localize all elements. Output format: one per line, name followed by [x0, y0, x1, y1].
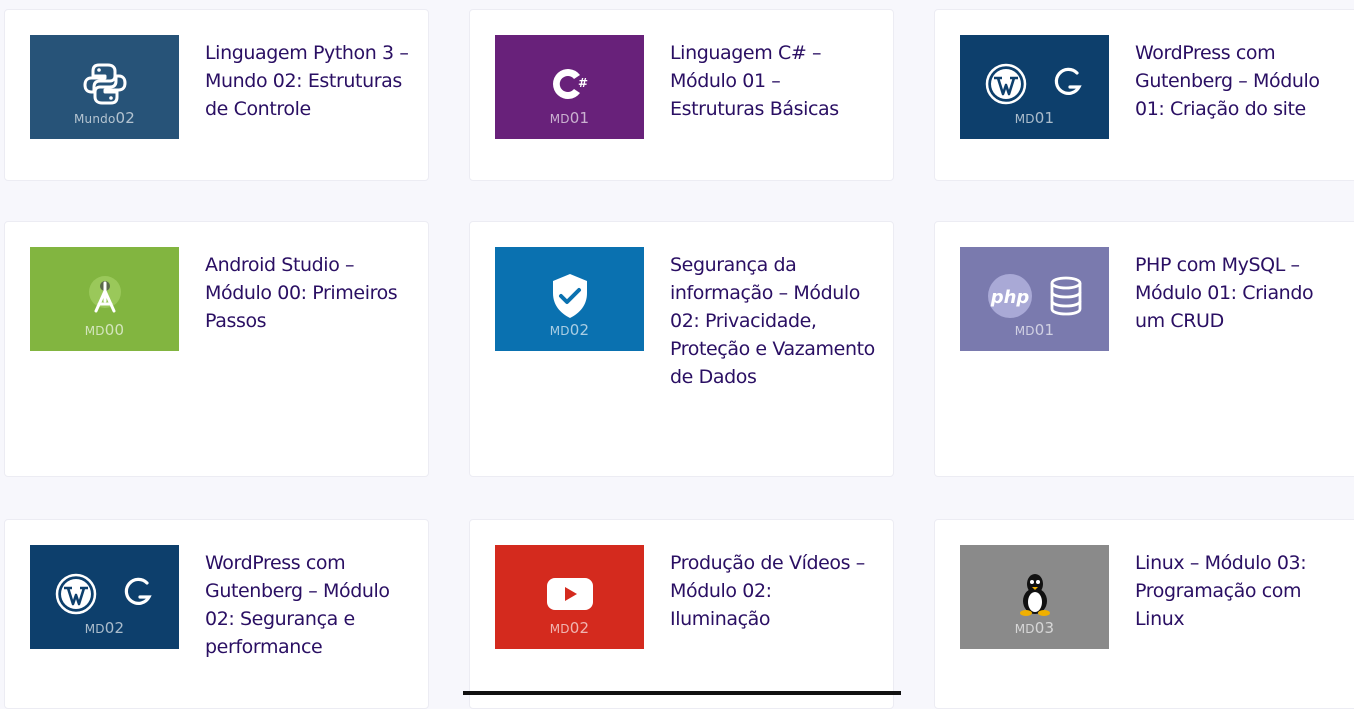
csharp-icon: # [547, 61, 593, 107]
course-card-python[interactable]: Mundo02 Linguagem Python 3 – Mundo 02: E… [4, 9, 429, 181]
course-thumbnail[interactable]: MD00 [30, 247, 179, 351]
linux-tux-icon [1015, 571, 1055, 617]
php-icon: php [986, 273, 1034, 319]
module-badge: MD01 [1014, 321, 1055, 339]
course-thumbnail[interactable]: MD02 [495, 247, 644, 351]
course-thumbnail[interactable]: Mundo02 [30, 35, 179, 139]
course-thumbnail[interactable]: MD02 [495, 545, 644, 649]
course-card-seguranca[interactable]: MD02 Segurança da informação – Módulo 02… [469, 221, 894, 477]
module-badge: Mundo02 [73, 109, 136, 127]
course-thumbnail[interactable]: # MD01 [495, 35, 644, 139]
course-thumbnail[interactable]: MD02 [30, 545, 179, 649]
bottom-scroll-indicator [463, 691, 901, 695]
module-badge: MD02 [549, 619, 590, 637]
svg-text:php: php [989, 287, 1029, 308]
course-title[interactable]: WordPress com Gutenberg – Módulo 02: Seg… [205, 549, 410, 661]
module-badge: MD00 [84, 321, 125, 339]
course-card-wordpress-02[interactable]: MD02 WordPress com Gutenberg – Módulo 02… [4, 519, 429, 709]
course-title[interactable]: PHP com MySQL – Módulo 01: Criando um CR… [1135, 251, 1340, 335]
course-title[interactable]: Android Studio – Módulo 00: Primeiros Pa… [205, 251, 410, 335]
module-badge: MD01 [1014, 109, 1055, 127]
gutenberg-icon [1051, 63, 1085, 105]
android-studio-icon [82, 273, 128, 319]
module-badge: MD03 [1014, 619, 1055, 637]
wordpress-icon [985, 63, 1027, 105]
course-card-wordpress-01[interactable]: MD01 WordPress com Gutenberg – Módulo 01… [934, 9, 1354, 181]
course-card-videos[interactable]: MD02 Produção de Vídeos – Módulo 02: Ilu… [469, 519, 894, 709]
course-card-linux[interactable]: MD03 Linux – Módulo 03: Programação com … [934, 519, 1354, 709]
course-thumbnail[interactable]: MD01 [960, 35, 1109, 139]
course-title[interactable]: Linguagem C# – Módulo 01 – Estruturas Bá… [670, 39, 875, 123]
course-title[interactable]: Produção de Vídeos – Módulo 02: Iluminaç… [670, 549, 875, 633]
module-badge: MD02 [84, 619, 125, 637]
youtube-icon [546, 576, 594, 612]
module-badge: MD02 [549, 321, 590, 339]
svg-text:#: # [578, 76, 588, 90]
course-title[interactable]: Linguagem Python 3 – Mundo 02: Estrutura… [205, 39, 410, 123]
course-title[interactable]: Segurança da informação – Módulo 02: Pri… [670, 251, 875, 391]
course-thumbnail[interactable]: MD03 [960, 545, 1109, 649]
course-card-android[interactable]: MD00 Android Studio – Módulo 00: Primeir… [4, 221, 429, 477]
python-icon [82, 61, 128, 107]
gutenberg-icon [121, 573, 155, 615]
shield-check-icon [547, 271, 593, 321]
wordpress-icon [55, 573, 97, 615]
module-badge: MD01 [549, 109, 590, 127]
course-card-csharp[interactable]: # MD01 Linguagem C# – Módulo 01 – Estrut… [469, 9, 894, 181]
course-thumbnail[interactable]: php MD01 [960, 247, 1109, 351]
course-title[interactable]: WordPress com Gutenberg – Módulo 01: Cri… [1135, 39, 1340, 123]
course-title[interactable]: Linux – Módulo 03: Programação com Linux [1135, 549, 1340, 633]
database-icon [1048, 275, 1084, 317]
course-card-php[interactable]: php MD01 PHP com MySQL – Módulo 01: Cria… [934, 221, 1354, 477]
